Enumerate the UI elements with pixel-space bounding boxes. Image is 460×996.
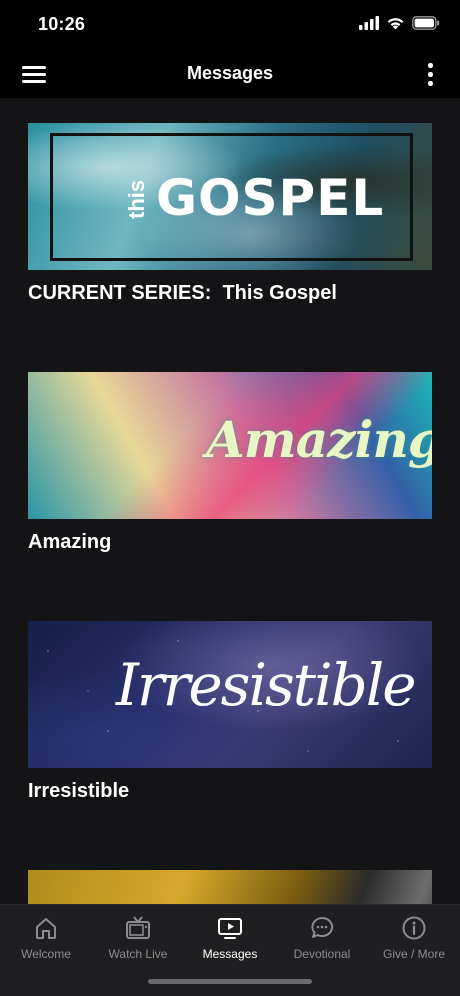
series-title[interactable]: Irresistible (28, 780, 432, 803)
series-banner-gospel[interactable]: this GOSPEL (28, 123, 432, 270)
series-banner-irresistible[interactable]: Irresistible (28, 621, 432, 768)
battery-icon (412, 16, 440, 30)
page-title: Messages (186, 63, 274, 83)
series-banner-amazing[interactable]: Amazing (28, 372, 432, 519)
series-card-amazing[interactable]: Amazing Amazing (28, 372, 432, 554)
messages-list: this GOSPEL CURRENT SERIES: This Gospel … (0, 98, 460, 904)
signal-icon (359, 16, 379, 30)
nav-bar: Messages (0, 50, 460, 98)
tab-label: Give / More (382, 947, 445, 961)
wifi-icon (387, 18, 404, 30)
home-icon (36, 918, 56, 939)
chat-icon (311, 916, 334, 938)
more-options-icon[interactable] (426, 61, 434, 87)
banner-small-text: this (124, 179, 149, 219)
tab-devotional[interactable]: Devotional (276, 911, 368, 965)
series-card-gospel[interactable]: this GOSPEL CURRENT SERIES: This Gospel (28, 123, 432, 305)
home-indicator[interactable] (148, 979, 312, 984)
play-screen-icon (218, 918, 242, 939)
status-icons (359, 16, 440, 30)
tab-give-more[interactable]: Give / More (368, 911, 460, 965)
series-banner-next[interactable] (28, 870, 432, 904)
banner-text: GOSPEL (156, 169, 385, 227)
series-card-irresistible[interactable]: Irresistible Irresistible (28, 621, 432, 803)
tv-icon (126, 916, 150, 939)
status-bar: 10:26 (0, 0, 460, 50)
tab-welcome[interactable]: Welcome (0, 911, 92, 965)
series-title[interactable]: CURRENT SERIES: This Gospel (28, 282, 432, 305)
banner-text: Amazing (206, 410, 432, 469)
tab-label: Devotional (293, 947, 351, 961)
info-icon (402, 916, 426, 940)
tab-label: Welcome (21, 947, 71, 961)
banner-text: Irresistible (116, 651, 417, 719)
series-title[interactable]: Amazing (28, 531, 432, 554)
series-card-next[interactable] (28, 870, 432, 904)
status-time: 10:26 (38, 14, 86, 34)
tab-messages[interactable]: Messages (184, 911, 276, 965)
tab-watch-live[interactable]: Watch Live (92, 911, 184, 965)
tab-label: Watch Live (108, 947, 168, 961)
tab-label: Messages (202, 947, 258, 961)
